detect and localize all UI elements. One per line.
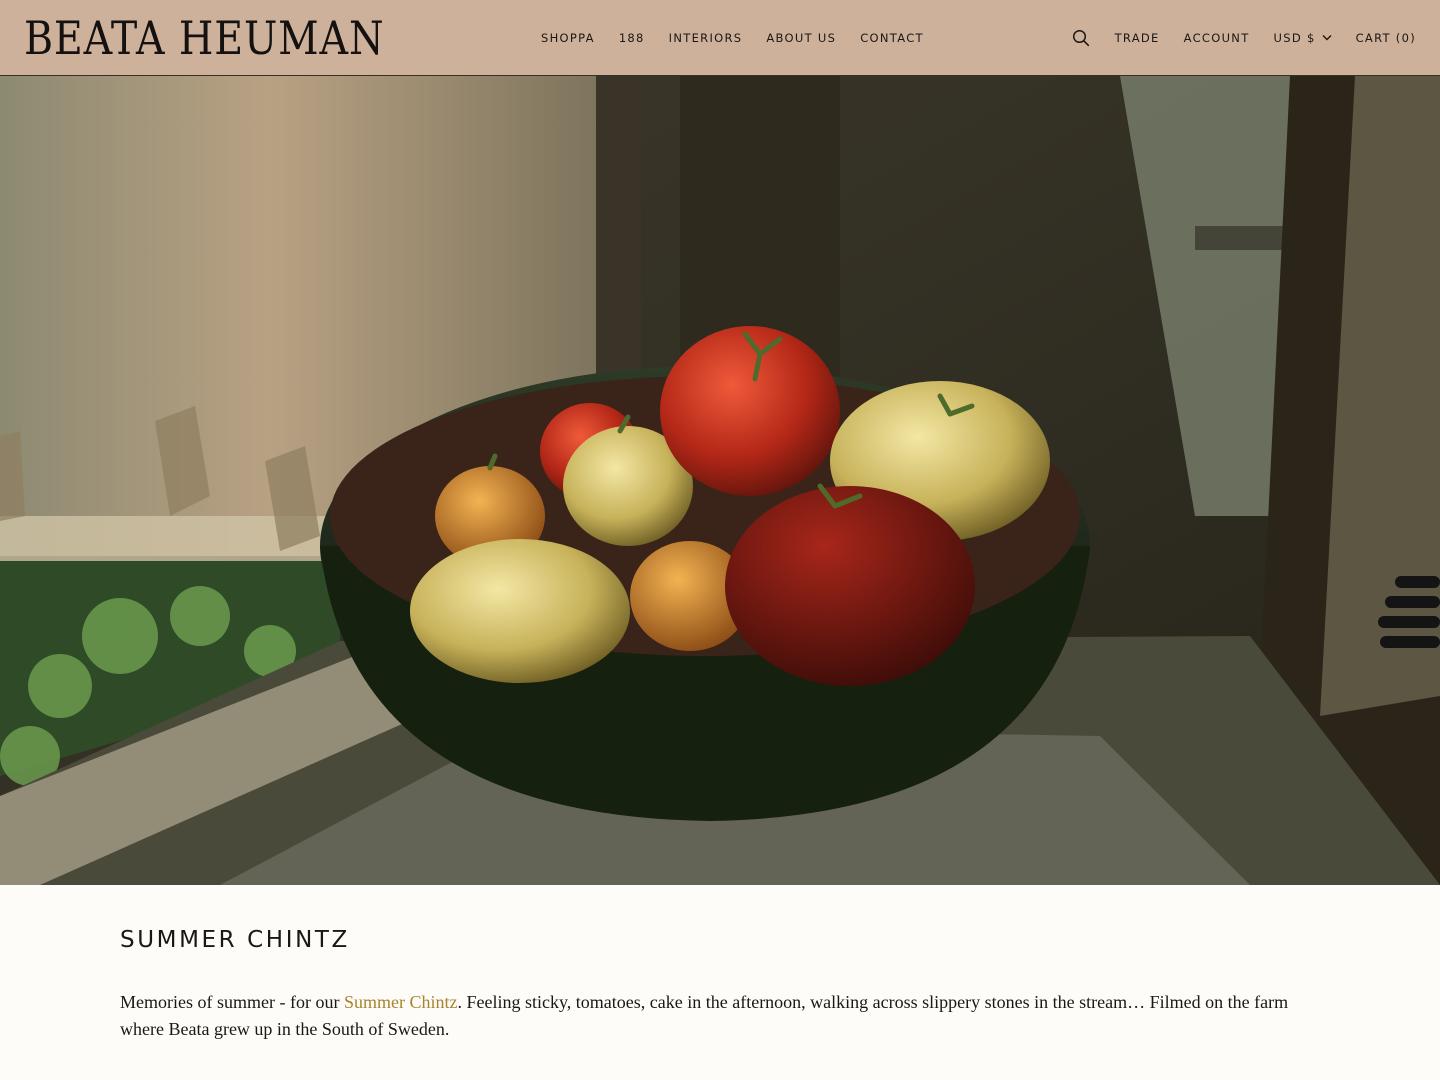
brand-logo[interactable]: BEATA HEUMAN [24, 10, 384, 66]
nav-link-account[interactable]: ACCOUNT [1184, 31, 1250, 45]
page-title: SUMMER CHINTZ [120, 927, 350, 953]
hero-image [0, 76, 1440, 885]
search-icon [1072, 29, 1089, 46]
currency-label: USD $ [1273, 30, 1316, 45]
nav-link-188[interactable]: 188 [619, 31, 645, 45]
utility-nav: TRADE ACCOUNT USD $ CART (0) [1071, 0, 1416, 75]
site-header: BEATA HEUMAN SHOPPA 188 INTERIORS ABOUT … [0, 0, 1440, 76]
nav-link-contact[interactable]: CONTACT [860, 31, 924, 45]
search-button[interactable] [1071, 28, 1091, 48]
summer-chintz-link[interactable]: Summer Chintz [344, 992, 458, 1012]
nav-link-shoppa[interactable]: SHOPPA [541, 31, 595, 45]
currency-selector[interactable]: USD $ [1274, 31, 1332, 45]
nav-link-trade[interactable]: TRADE [1115, 31, 1160, 45]
cart-link[interactable]: CART (0) [1356, 31, 1416, 45]
chevron-down-icon [1322, 35, 1332, 41]
description-text-start: Memories of summer - for our [120, 992, 344, 1012]
hero-video[interactable] [0, 76, 1440, 885]
nav-link-about-us[interactable]: ABOUT US [766, 31, 836, 45]
nav-link-interiors[interactable]: INTERIORS [669, 31, 743, 45]
article-description: Memories of summer - for our Summer Chin… [120, 989, 1310, 1043]
main-nav: SHOPPA 188 INTERIORS ABOUT US CONTACT [541, 0, 948, 75]
